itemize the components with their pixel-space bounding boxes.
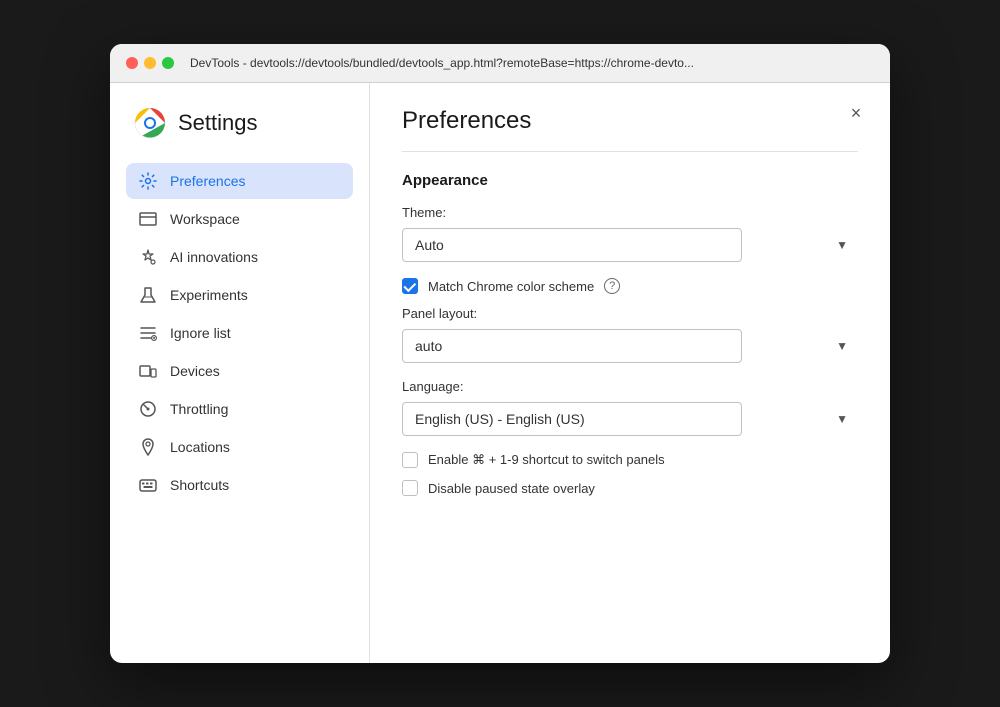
preferences-icon (138, 171, 158, 191)
match-chrome-color-row: Match Chrome color scheme ? (402, 278, 858, 294)
sidebar-item-experiments-label: Experiments (170, 287, 248, 303)
panel-layout-select[interactable]: auto horizontal vertical (402, 329, 742, 363)
throttling-icon (138, 399, 158, 419)
close-traffic-light[interactable] (126, 57, 138, 69)
language-select-wrapper: English (US) - English (US) System prefe… (402, 402, 858, 436)
sidebar-item-ai[interactable]: AI innovations (126, 239, 353, 275)
shortcut-switch-panels-row: Enable ⌘ + 1-9 shortcut to switch panels (402, 452, 858, 468)
language-label: Language: (402, 379, 858, 394)
sidebar-title: Settings (178, 110, 258, 136)
theme-select-arrow: ▼ (836, 238, 848, 252)
language-select-arrow: ▼ (836, 412, 848, 426)
ai-icon (138, 247, 158, 267)
close-button[interactable]: × (842, 99, 870, 127)
sidebar-item-preferences-label: Preferences (170, 173, 245, 189)
devices-icon (138, 361, 158, 381)
experiments-icon (138, 285, 158, 305)
sidebar-item-shortcuts[interactable]: Shortcuts (126, 467, 353, 503)
sidebar-item-preferences[interactable]: Preferences (126, 163, 353, 199)
match-chrome-color-help-icon[interactable]: ? (604, 278, 620, 294)
panel-layout-label: Panel layout: (402, 306, 858, 321)
chrome-icon (134, 107, 166, 139)
sidebar-item-ignore-list-label: Ignore list (170, 325, 231, 341)
sidebar-item-ignore-list[interactable]: Ignore list (126, 315, 353, 351)
match-chrome-color-checkbox[interactable] (402, 278, 418, 294)
sidebar-item-locations-label: Locations (170, 439, 230, 455)
appearance-section: Appearance Theme: Auto Light Dark System… (402, 172, 858, 496)
shortcut-switch-panels-label: Enable ⌘ + 1-9 shortcut to switch panels (428, 452, 665, 468)
locations-icon (138, 437, 158, 457)
maximize-traffic-light[interactable] (162, 57, 174, 69)
sidebar-item-experiments[interactable]: Experiments (126, 277, 353, 313)
panel-layout-select-arrow: ▼ (836, 339, 848, 353)
traffic-lights (126, 57, 174, 69)
sidebar-item-ai-label: AI innovations (170, 249, 258, 265)
ignore-list-icon (138, 323, 158, 343)
sidebar-item-shortcuts-label: Shortcuts (170, 477, 229, 493)
match-chrome-color-label: Match Chrome color scheme (428, 279, 594, 294)
language-select[interactable]: English (US) - English (US) System prefe… (402, 402, 742, 436)
workspace-icon (138, 209, 158, 229)
sidebar-item-workspace[interactable]: Workspace (126, 201, 353, 237)
appearance-section-title: Appearance (402, 172, 858, 189)
panel-layout-select-wrapper: auto horizontal vertical ▼ (402, 329, 858, 363)
page-title: Preferences (402, 107, 858, 135)
disable-paused-overlay-label: Disable paused state overlay (428, 481, 595, 496)
sidebar-item-workspace-label: Workspace (170, 211, 240, 227)
titlebar: DevTools - devtools://devtools/bundled/d… (110, 44, 890, 83)
content-area: Settings Preferences (110, 83, 890, 663)
main-panel: × Preferences Appearance Theme: Auto Lig… (370, 83, 890, 663)
theme-select-wrapper: Auto Light Dark System preference ▼ (402, 228, 858, 262)
sidebar-item-throttling[interactable]: Throttling (126, 391, 353, 427)
sidebar-item-devices-label: Devices (170, 363, 220, 379)
titlebar-title: DevTools - devtools://devtools/bundled/d… (190, 56, 874, 70)
shortcut-switch-panels-checkbox[interactable] (402, 452, 418, 468)
sidebar-item-locations[interactable]: Locations (126, 429, 353, 465)
sidebar-item-throttling-label: Throttling (170, 401, 228, 417)
sidebar-header: Settings (126, 107, 353, 139)
sidebar-item-devices[interactable]: Devices (126, 353, 353, 389)
disable-paused-overlay-checkbox[interactable] (402, 480, 418, 496)
shortcuts-icon (138, 475, 158, 495)
theme-select[interactable]: Auto Light Dark System preference (402, 228, 742, 262)
sidebar: Settings Preferences (110, 83, 370, 663)
disable-paused-overlay-row: Disable paused state overlay (402, 480, 858, 496)
minimize-traffic-light[interactable] (144, 57, 156, 69)
theme-label: Theme: (402, 205, 858, 220)
title-divider (402, 151, 858, 152)
sidebar-nav: Preferences Workspace (126, 163, 353, 503)
devtools-window: DevTools - devtools://devtools/bundled/d… (110, 44, 890, 663)
